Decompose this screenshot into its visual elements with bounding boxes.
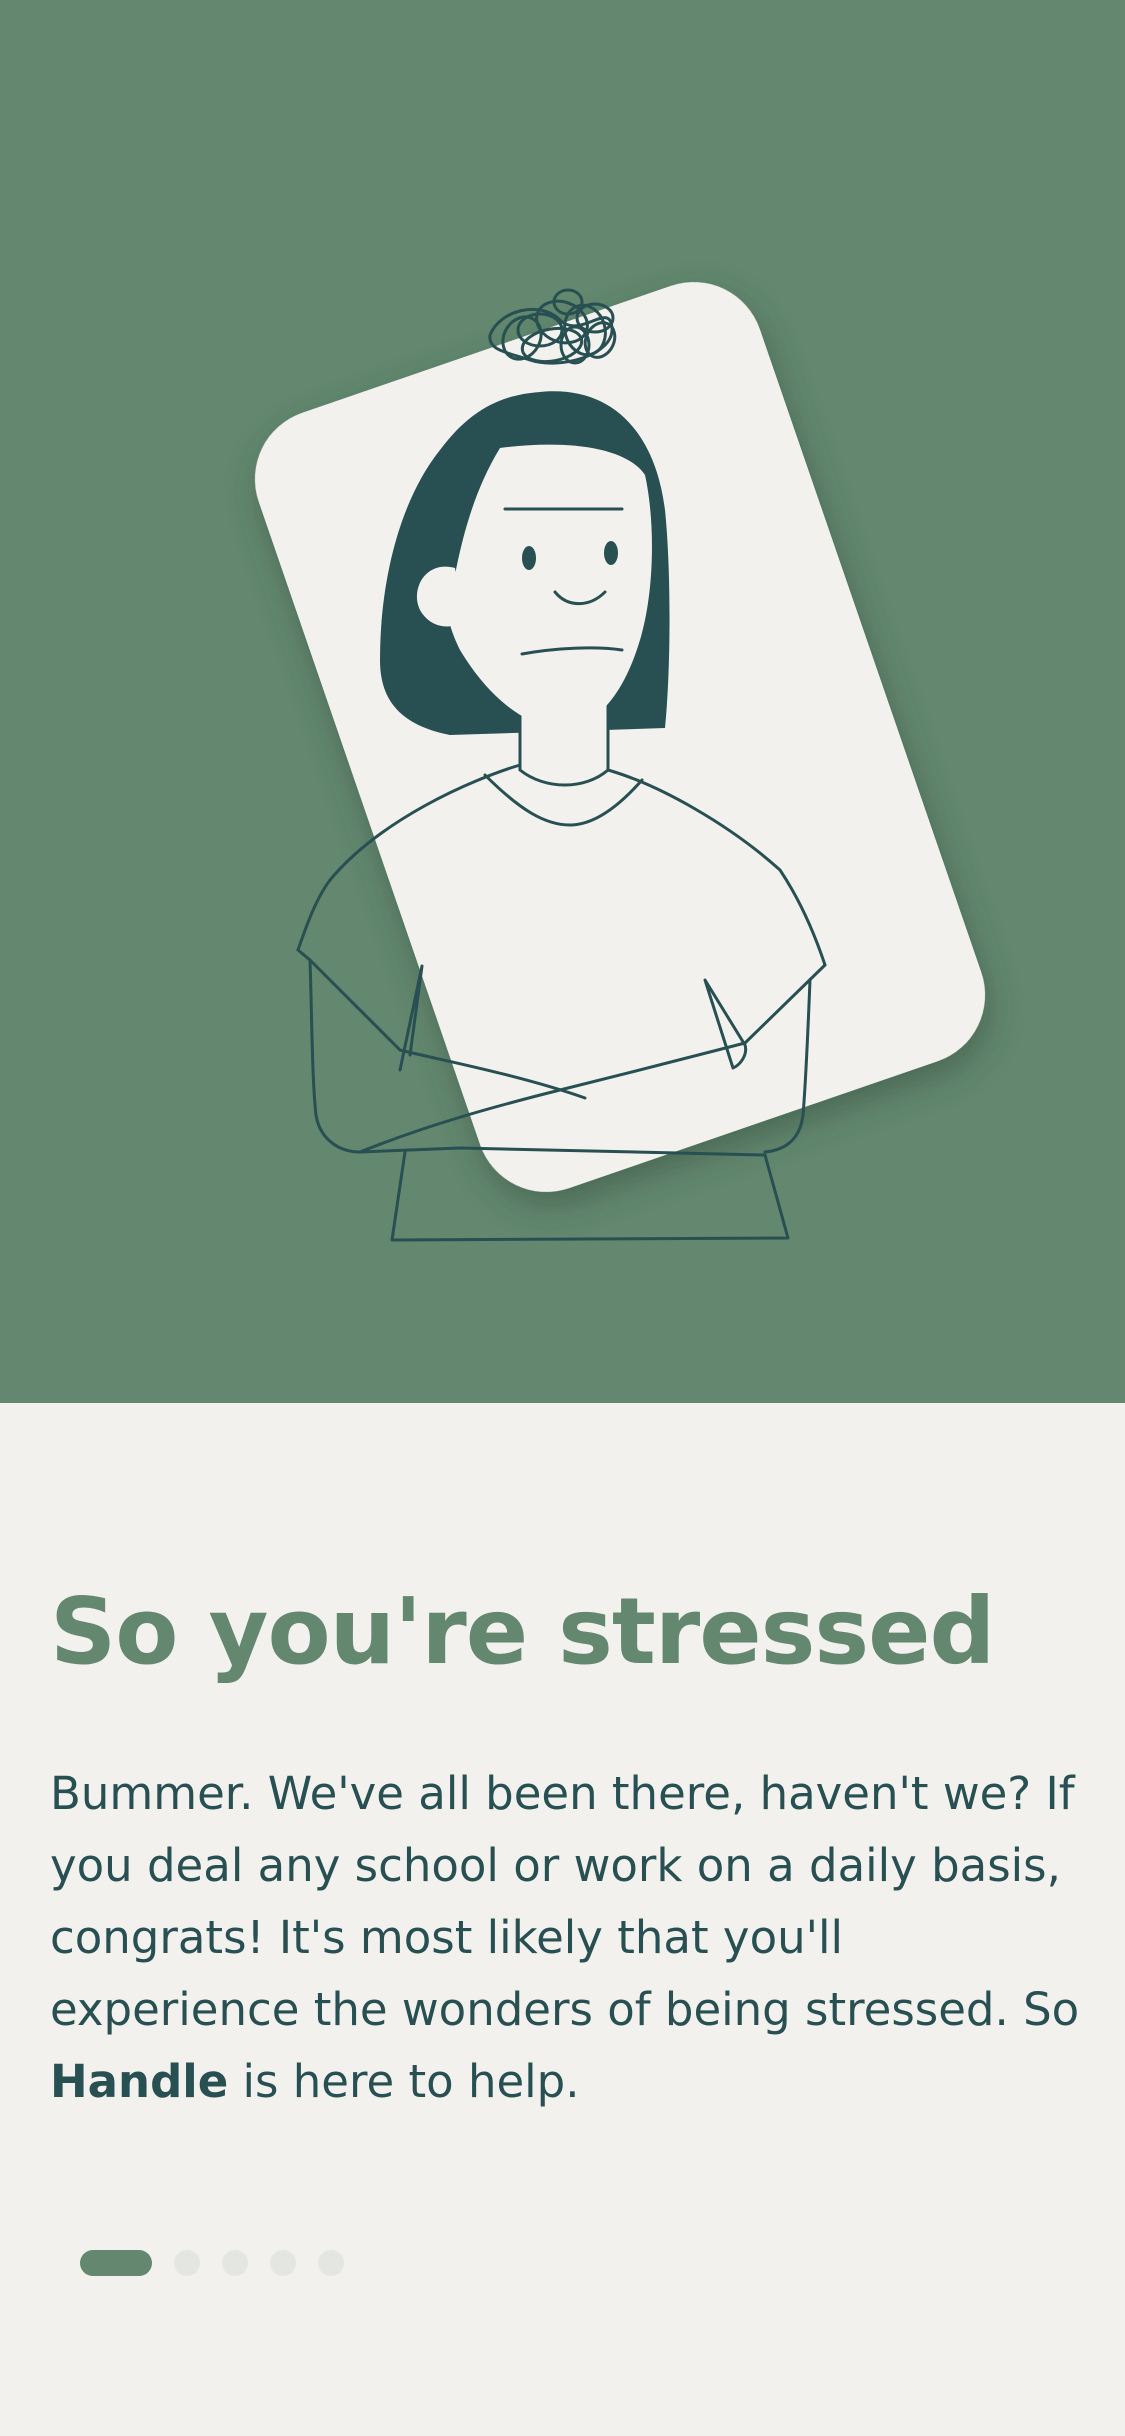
onboarding-screen: So you're stressed Bummer. We've all bee… <box>0 0 1125 2436</box>
illustration-card <box>254 282 986 1192</box>
stressed-person-illustration <box>254 282 986 1242</box>
page-dot-3[interactable] <box>222 2250 248 2276</box>
page-dot-1[interactable] <box>80 2250 152 2276</box>
page-dot-2[interactable] <box>174 2250 200 2276</box>
page-title: So you're stressed <box>50 1578 995 1685</box>
brand-name: Handle <box>50 2055 229 2108</box>
left-eye <box>522 546 536 570</box>
right-eye <box>604 541 618 565</box>
onboarding-description: Bummer. We've all been there, haven't we… <box>50 1758 1080 2118</box>
description-text: Bummer. We've all been there, haven't we… <box>50 1767 1080 2036</box>
page-dot-4[interactable] <box>270 2250 296 2276</box>
onboarding-content: So you're stressed Bummer. We've all bee… <box>0 1403 1125 2436</box>
description-text-end: is here to help. <box>228 2055 580 2108</box>
page-dot-5[interactable] <box>318 2250 344 2276</box>
page-indicator <box>80 2250 344 2276</box>
hero-illustration-area <box>0 0 1125 1403</box>
